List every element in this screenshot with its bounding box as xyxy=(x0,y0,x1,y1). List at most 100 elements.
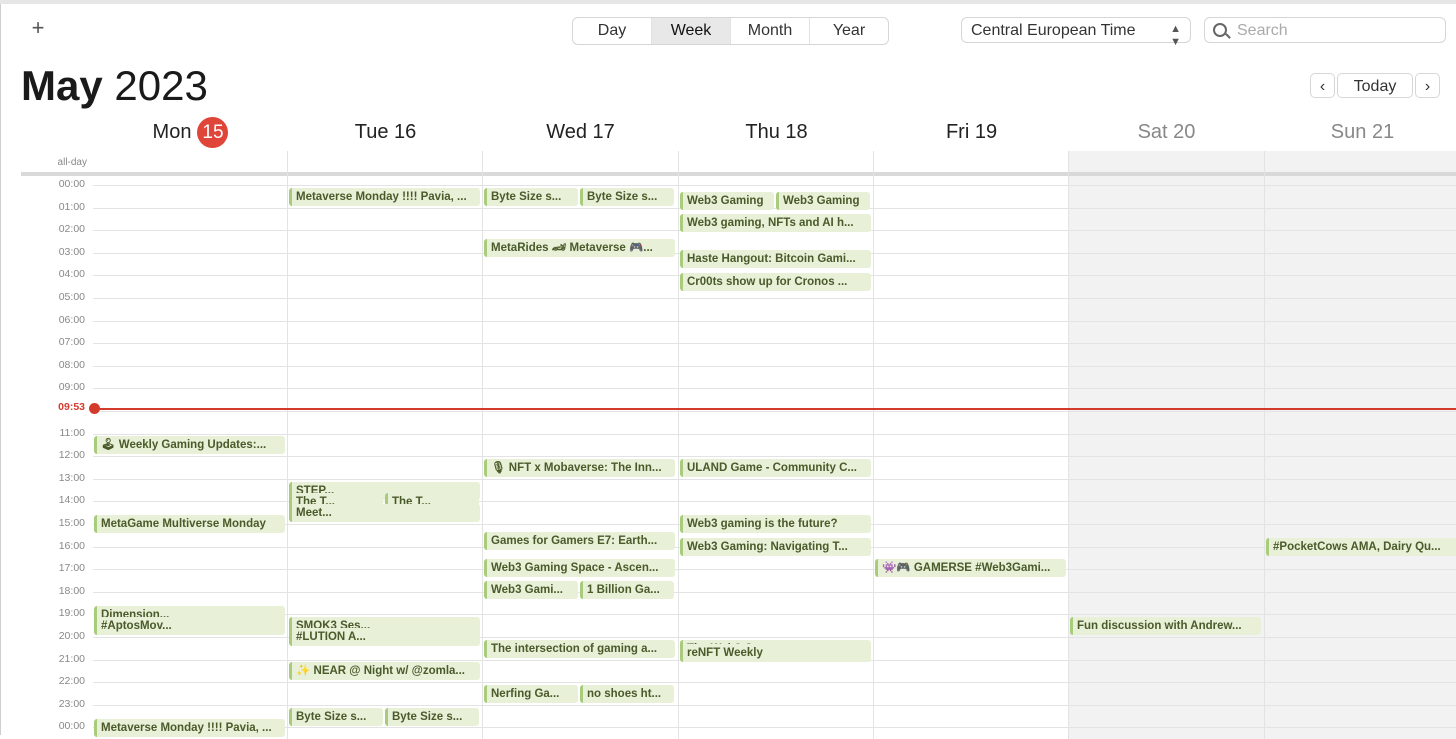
calendar-event[interactable]: Metaverse Monday !!!! Pavia, ... xyxy=(94,718,285,737)
calendar-event[interactable]: 👾🎮 GAMERSE #Web3Gami... xyxy=(875,558,1066,577)
calendar-event[interactable]: ✨ NEAR @ Night w/ @zomla... xyxy=(289,662,480,681)
hour-gridline xyxy=(93,569,1456,571)
calendar-event[interactable]: #AptosMov... xyxy=(94,617,285,636)
calendar-event[interactable]: Byte Size s... xyxy=(385,707,479,726)
calendar-event[interactable]: The intersection of gaming a... xyxy=(484,639,675,658)
title-month: May xyxy=(21,62,103,109)
hour-label: 01:00 xyxy=(58,200,85,213)
hour-label: 02:00 xyxy=(58,223,85,236)
day-header-sat[interactable]: Sat 20 xyxy=(1069,117,1264,147)
hour-gridline xyxy=(93,298,1456,299)
calendar-event[interactable]: 🎙 NFT x Mobaverse: The Inn... xyxy=(484,458,675,477)
prev-week-button[interactable]: ‹ xyxy=(1310,73,1335,98)
hour-label: 03:00 xyxy=(58,245,85,258)
view-week-button[interactable]: Week xyxy=(652,18,731,44)
hour-gridline xyxy=(93,591,1456,593)
hour-label: 16:00 xyxy=(58,539,85,552)
search-box[interactable] xyxy=(1204,17,1446,43)
hour-label: 00:00 xyxy=(58,178,85,190)
day-name: Thu 18 xyxy=(745,121,808,143)
search-input[interactable] xyxy=(1235,20,1439,42)
calendar-event[interactable]: Games for Gamers E7: Earth... xyxy=(484,532,675,551)
hour-gridline xyxy=(93,343,1456,345)
calendar-event[interactable]: MetaGame Multiverse Monday xyxy=(94,515,285,534)
weekend-shading xyxy=(1069,151,1456,739)
calendar-event[interactable]: Meet... xyxy=(289,504,480,523)
view-year-button[interactable]: Year xyxy=(810,18,888,44)
current-time-line xyxy=(93,408,1456,410)
day-header-mon[interactable]: Mon 15 xyxy=(93,117,288,148)
day-header-thu[interactable]: Thu 18 xyxy=(679,117,874,147)
calendar-event[interactable]: Web3 Gaming: Navigating T... xyxy=(680,538,871,557)
page-title: May 2023 xyxy=(21,60,208,112)
day-header-sun[interactable]: Sun 21 xyxy=(1265,117,1456,147)
hour-label: 17:00 xyxy=(58,562,85,575)
day-column-divider xyxy=(678,151,679,739)
calendar-event[interactable]: ULAND Game - Community C... xyxy=(680,458,871,477)
day-header-wed[interactable]: Wed 17 xyxy=(483,117,678,147)
hour-label: 12:00 xyxy=(58,449,85,462)
calendar-window: + Day Week Month Year Central European T… xyxy=(0,4,1456,739)
allday-separator xyxy=(21,172,1456,176)
hour-label: 04:00 xyxy=(58,268,85,281)
hour-label: 20:00 xyxy=(58,630,85,642)
current-time-label: 09:53 xyxy=(58,401,85,414)
hour-gridline xyxy=(93,456,1456,458)
hour-gridline xyxy=(93,433,1456,435)
hour-gridline xyxy=(93,411,1456,412)
hour-label: 13:00 xyxy=(58,471,85,484)
calendar-event[interactable]: Web3 Gaming xyxy=(776,191,870,210)
calendar-event[interactable]: Haste Hangout: Bitcoin Gami... xyxy=(680,249,871,268)
calendar-event[interactable]: 🕹 Weekly Gaming Updates:... xyxy=(94,436,285,455)
calendar-event[interactable]: Web3 gaming is the future? xyxy=(680,515,871,534)
allday-label: all-day xyxy=(57,157,87,168)
timezone-label: Central European Time xyxy=(971,22,1136,39)
day-header-fri[interactable]: Fri 19 xyxy=(874,117,1069,147)
calendar-event[interactable]: reNFT Weekly xyxy=(680,643,871,662)
calendar-event[interactable]: #LUTION A... xyxy=(289,628,480,647)
hour-label: 15:00 xyxy=(58,517,85,529)
day-name: Fri 19 xyxy=(945,121,998,143)
calendar-event[interactable]: 1 Billion Ga... xyxy=(580,581,674,600)
view-switcher: Day Week Month Year xyxy=(572,17,889,45)
calendar-event[interactable]: Web3 Gami... xyxy=(484,581,578,600)
hour-label: 07:00 xyxy=(58,336,85,349)
calendar-event[interactable]: Web3 Gaming Space - Ascen... xyxy=(484,558,675,577)
add-event-button[interactable]: + xyxy=(27,17,49,39)
calendar-event[interactable]: Byte Size s... xyxy=(580,187,674,206)
calendar-event[interactable]: Nerfing Ga... xyxy=(484,684,578,703)
hour-label: 18:00 xyxy=(58,584,85,597)
updown-chevron-icon: ▲ ▼ xyxy=(1170,23,1181,48)
title-year: 2023 xyxy=(114,62,208,109)
calendar-event[interactable]: no shoes ht... xyxy=(580,684,674,703)
timezone-select[interactable]: Central European Time ▲ ▼ xyxy=(961,17,1191,48)
hour-gridline xyxy=(93,320,1456,322)
hour-gridline xyxy=(93,365,1456,367)
hour-label: 08:00 xyxy=(58,358,85,371)
calendar-event[interactable]: Byte Size s... xyxy=(289,707,383,726)
hour-gridline xyxy=(93,682,1456,684)
calendar-event[interactable]: Cr00ts show up for Cronos ... xyxy=(680,272,871,291)
calendar-event[interactable]: #PocketCows AMA, Dairy Qu... xyxy=(1266,538,1456,557)
hour-label: 11:00 xyxy=(59,426,86,439)
next-week-button[interactable]: › xyxy=(1415,73,1440,98)
hour-label: 14:00 xyxy=(58,494,85,507)
view-month-button[interactable]: Month xyxy=(731,18,810,44)
calendar-event[interactable]: Web3 gaming, NFTs and AI h... xyxy=(680,214,871,233)
calendar-event[interactable]: Web3 Gaming xyxy=(680,191,774,210)
calendar-event[interactable]: Metaverse Monday !!!! Pavia, ... xyxy=(289,187,480,206)
hour-gridline xyxy=(93,478,1456,480)
current-time-dot xyxy=(89,403,100,415)
today-button[interactable]: Today xyxy=(1337,73,1413,98)
day-header-tue[interactable]: Tue 16 xyxy=(288,117,483,147)
calendar-event[interactable]: Fun discussion with Andrew... xyxy=(1070,617,1261,636)
view-day-button[interactable]: Day xyxy=(573,18,652,44)
hour-label: 21:00 xyxy=(58,652,85,665)
hour-label: 05:00 xyxy=(58,291,85,303)
hour-label: 06:00 xyxy=(58,313,85,326)
hour-label: 23:00 xyxy=(58,697,85,710)
calendar-event[interactable]: Byte Size s... xyxy=(484,187,578,206)
hour-gridline xyxy=(93,614,1456,616)
calendar-event[interactable]: MetaRides 🏎 Metaverse 🎮... xyxy=(484,238,675,257)
day-name: Mon xyxy=(152,121,192,143)
